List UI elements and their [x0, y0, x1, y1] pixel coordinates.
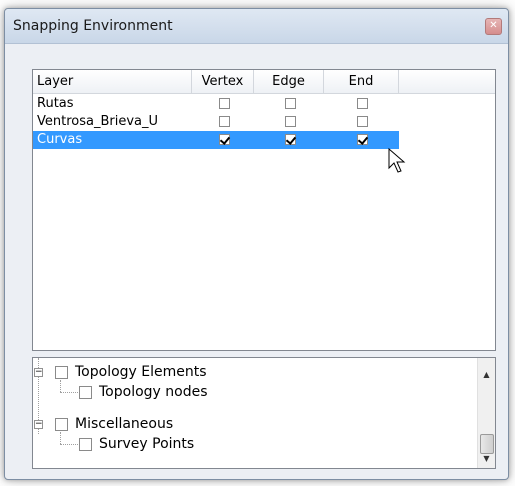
- tree-line: [60, 444, 78, 445]
- table-row-curvas[interactable]: Curvas: [33, 131, 495, 149]
- miscellaneous-checkbox[interactable]: [55, 418, 68, 431]
- tree-scrollbar[interactable]: ▲ ▼: [477, 358, 495, 468]
- scroll-down-arrow-icon[interactable]: ▼: [478, 450, 495, 467]
- end-checkbox[interactable]: [357, 134, 368, 145]
- window-title: Snapping Environment: [13, 18, 173, 34]
- edge-checkbox[interactable]: [285, 116, 296, 127]
- tree-item-survey-points[interactable]: Survey Points: [99, 433, 194, 455]
- layer-name: Curvas: [37, 132, 83, 147]
- column-header-layer[interactable]: Layer: [33, 70, 192, 94]
- end-checkbox[interactable]: [357, 116, 368, 127]
- snapping-environment-window: Snapping Environment ✕ Layer Vertex Edge…: [4, 8, 509, 480]
- survey-points-checkbox[interactable]: [79, 438, 92, 451]
- column-header-filler: [399, 70, 495, 94]
- topology-nodes-checkbox[interactable]: [79, 386, 92, 399]
- column-header-end[interactable]: End: [324, 70, 399, 94]
- column-header-vertex[interactable]: Vertex: [192, 70, 254, 94]
- vertex-checkbox[interactable]: [219, 98, 230, 109]
- collapse-icon[interactable]: −: [34, 420, 43, 429]
- vertex-checkbox[interactable]: [219, 116, 230, 127]
- layer-snapping-grid: Layer Vertex Edge End Rutas Ventrosa_Bri…: [32, 69, 496, 351]
- tree-item-miscellaneous[interactable]: Miscellaneous: [75, 413, 173, 435]
- layer-name: Rutas: [37, 96, 74, 111]
- scroll-up-arrow-icon[interactable]: ▲: [478, 366, 495, 383]
- collapse-icon[interactable]: −: [34, 368, 43, 377]
- layer-name: Ventrosa_Brieva_U: [37, 114, 159, 129]
- tree-line: [60, 392, 78, 393]
- vertex-checkbox[interactable]: [219, 134, 230, 145]
- column-header-edge[interactable]: Edge: [254, 70, 324, 94]
- tree-line: [60, 380, 61, 392]
- end-checkbox[interactable]: [357, 98, 368, 109]
- table-row-ventrosa[interactable]: Ventrosa_Brieva_U: [33, 113, 495, 131]
- selection-highlight: [33, 131, 399, 149]
- tree-item-topology-nodes[interactable]: Topology nodes: [99, 381, 208, 403]
- close-icon: ✕: [489, 20, 498, 31]
- close-button[interactable]: ✕: [485, 18, 502, 35]
- table-row-rutas[interactable]: Rutas: [33, 95, 495, 113]
- edge-checkbox[interactable]: [285, 98, 296, 109]
- mouse-pointer-icon: [388, 148, 406, 173]
- edge-checkbox[interactable]: [285, 134, 296, 145]
- title-bar[interactable]: Snapping Environment ✕: [5, 9, 508, 44]
- topology-elements-checkbox[interactable]: [55, 366, 68, 379]
- snap-types-tree: − Topology Elements Topology nodes − Mis…: [32, 357, 496, 469]
- grid-header: Layer Vertex Edge End: [33, 70, 495, 95]
- tree-item-topology-elements[interactable]: Topology Elements: [75, 361, 207, 383]
- tree-line: [60, 432, 61, 444]
